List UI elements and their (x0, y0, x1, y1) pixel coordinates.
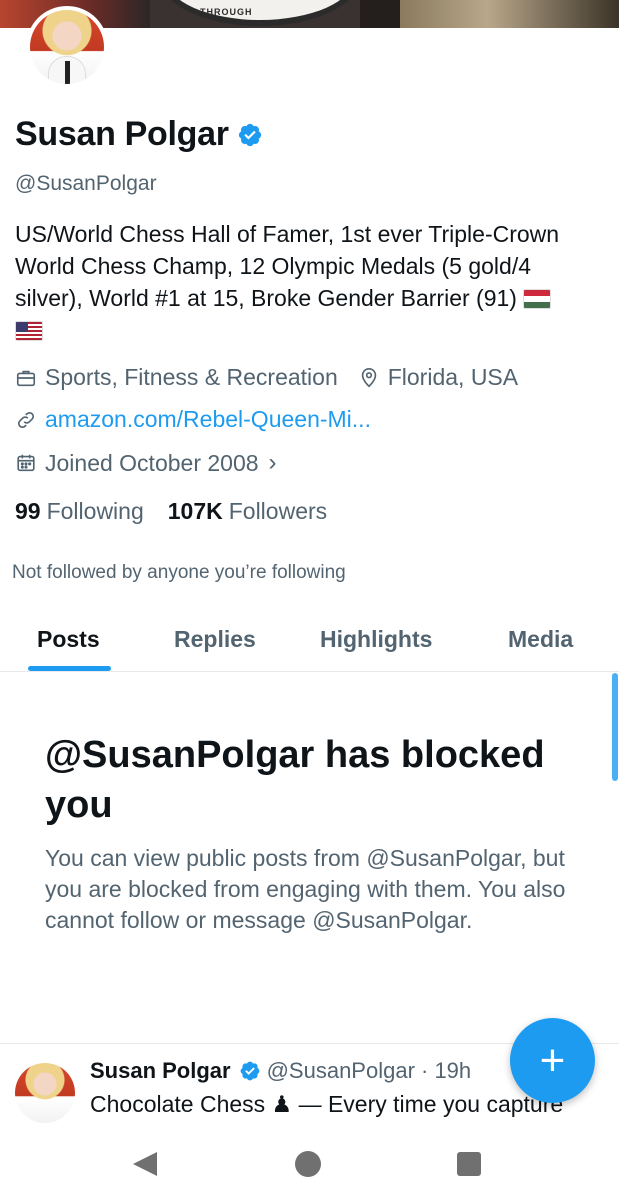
follow-stats: 99 Following 107K Followers (15, 498, 327, 525)
banner-photo (400, 0, 619, 28)
system-navigation-bar (0, 1128, 619, 1200)
profile-website-row: amazon.com/Rebel-Queen-Mi... (15, 406, 371, 433)
bio-text: US/World Chess Hall of Famer, 1st ever T… (15, 221, 560, 311)
recents-icon[interactable] (457, 1152, 481, 1176)
compose-post-button[interactable]: + (510, 1018, 595, 1103)
post-text-start: Chocolate Chess (90, 1091, 266, 1117)
profile-handle: @SusanPolgar (15, 172, 157, 195)
briefcase-icon (16, 370, 36, 386)
tab-posts[interactable]: Posts (37, 626, 100, 653)
post-header: Susan Polgar @SusanPolgar · 19h (90, 1058, 471, 1084)
following-label: Following (46, 498, 144, 524)
profile-tabs: Posts Replies Highlights Media (0, 610, 619, 672)
usa-flag-icon (15, 321, 43, 341)
profile-name-row: Susan Polgar (15, 115, 263, 154)
chevron-right-icon: › (268, 449, 277, 476)
profile-name: Susan Polgar (15, 115, 229, 153)
scrollbar-thumb[interactable] (612, 673, 618, 781)
profile-joined-row[interactable]: Joined October 2008 › (15, 449, 277, 477)
post-text-end: — Every time you capture (298, 1091, 564, 1117)
tab-media[interactable]: Media (508, 626, 573, 653)
location-pin-icon (361, 367, 376, 387)
profile-website-link[interactable]: amazon.com/Rebel-Queen-Mi... (45, 406, 371, 433)
followers-count: 107K (167, 498, 223, 524)
hungary-flag-icon (523, 289, 552, 309)
active-tab-indicator (28, 666, 111, 671)
not-followed-note: Not followed by anyone you’re following (12, 562, 346, 583)
profile-meta-row: Sports, Fitness & Recreation Florida, US… (15, 364, 518, 391)
blocked-message: You can view public posts from @SusanPol… (45, 845, 566, 933)
chess-pawn-icon: ♟ (271, 1091, 293, 1117)
avatar-image (30, 10, 104, 84)
verified-badge-icon (240, 1061, 259, 1081)
profile-location: Florida, USA (387, 364, 519, 390)
profile-bio: US/World Chess Hall of Famer, 1st ever T… (15, 218, 605, 346)
back-icon[interactable] (133, 1152, 157, 1176)
link-icon (17, 411, 35, 428)
following-count: 99 (15, 498, 41, 524)
followers-link[interactable]: 107K Followers (168, 498, 327, 525)
home-icon[interactable] (295, 1151, 321, 1177)
blocked-title: @SusanPolgar has blocked you (45, 734, 545, 826)
banner-seal-text: THROUGH (200, 7, 253, 17)
tab-replies[interactable]: Replies (174, 626, 256, 653)
calendar-icon (17, 454, 35, 472)
following-link[interactable]: 99 Following (15, 498, 144, 525)
profile-category: Sports, Fitness & Recreation (45, 364, 338, 390)
tab-highlights[interactable]: Highlights (320, 626, 432, 653)
post-author-avatar[interactable] (15, 1063, 75, 1123)
post-handle-time: @SusanPolgar · 19h (266, 1058, 472, 1083)
verified-badge-icon[interactable] (237, 122, 263, 148)
profile-avatar[interactable] (26, 6, 108, 88)
banner-seal (160, 0, 360, 26)
post-author-name[interactable]: Susan Polgar (90, 1058, 231, 1084)
followers-label: Followers (228, 498, 328, 524)
profile-joined: Joined October 2008 (45, 449, 259, 476)
